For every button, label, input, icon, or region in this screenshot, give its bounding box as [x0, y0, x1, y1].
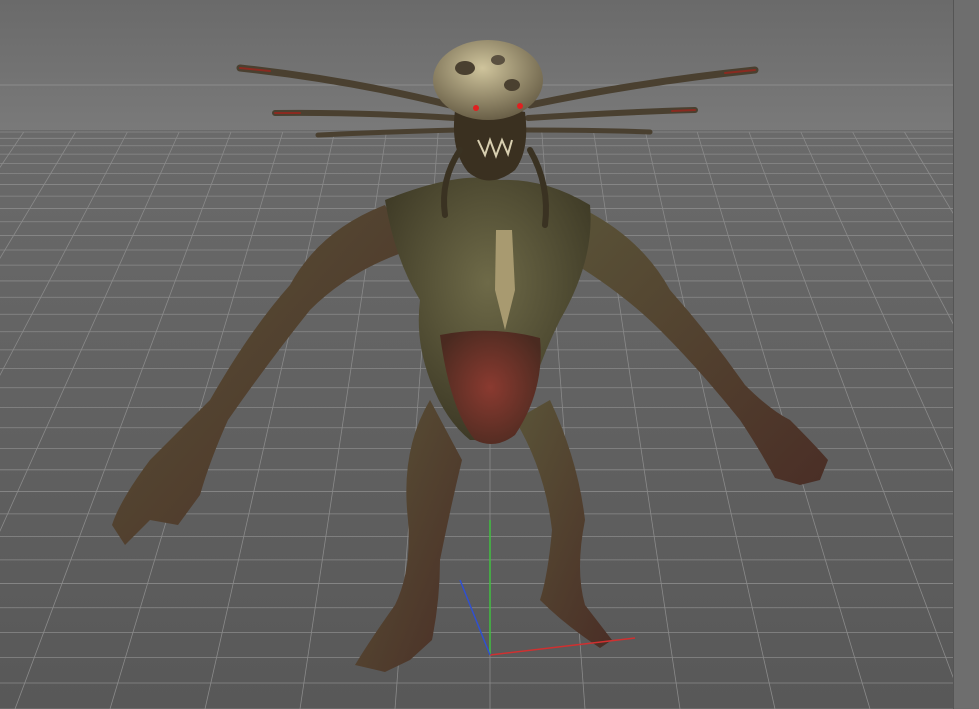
- viewport-canvas[interactable]: [0, 0, 979, 709]
- 3d-viewport[interactable]: [0, 0, 979, 709]
- skull-spot: [455, 61, 475, 75]
- right-eye: [517, 103, 523, 109]
- left-eye: [473, 105, 479, 111]
- skull: [433, 40, 543, 120]
- skull-spot: [504, 79, 520, 91]
- skull-spot: [491, 55, 505, 65]
- viewport-scrollbar[interactable]: [953, 0, 979, 709]
